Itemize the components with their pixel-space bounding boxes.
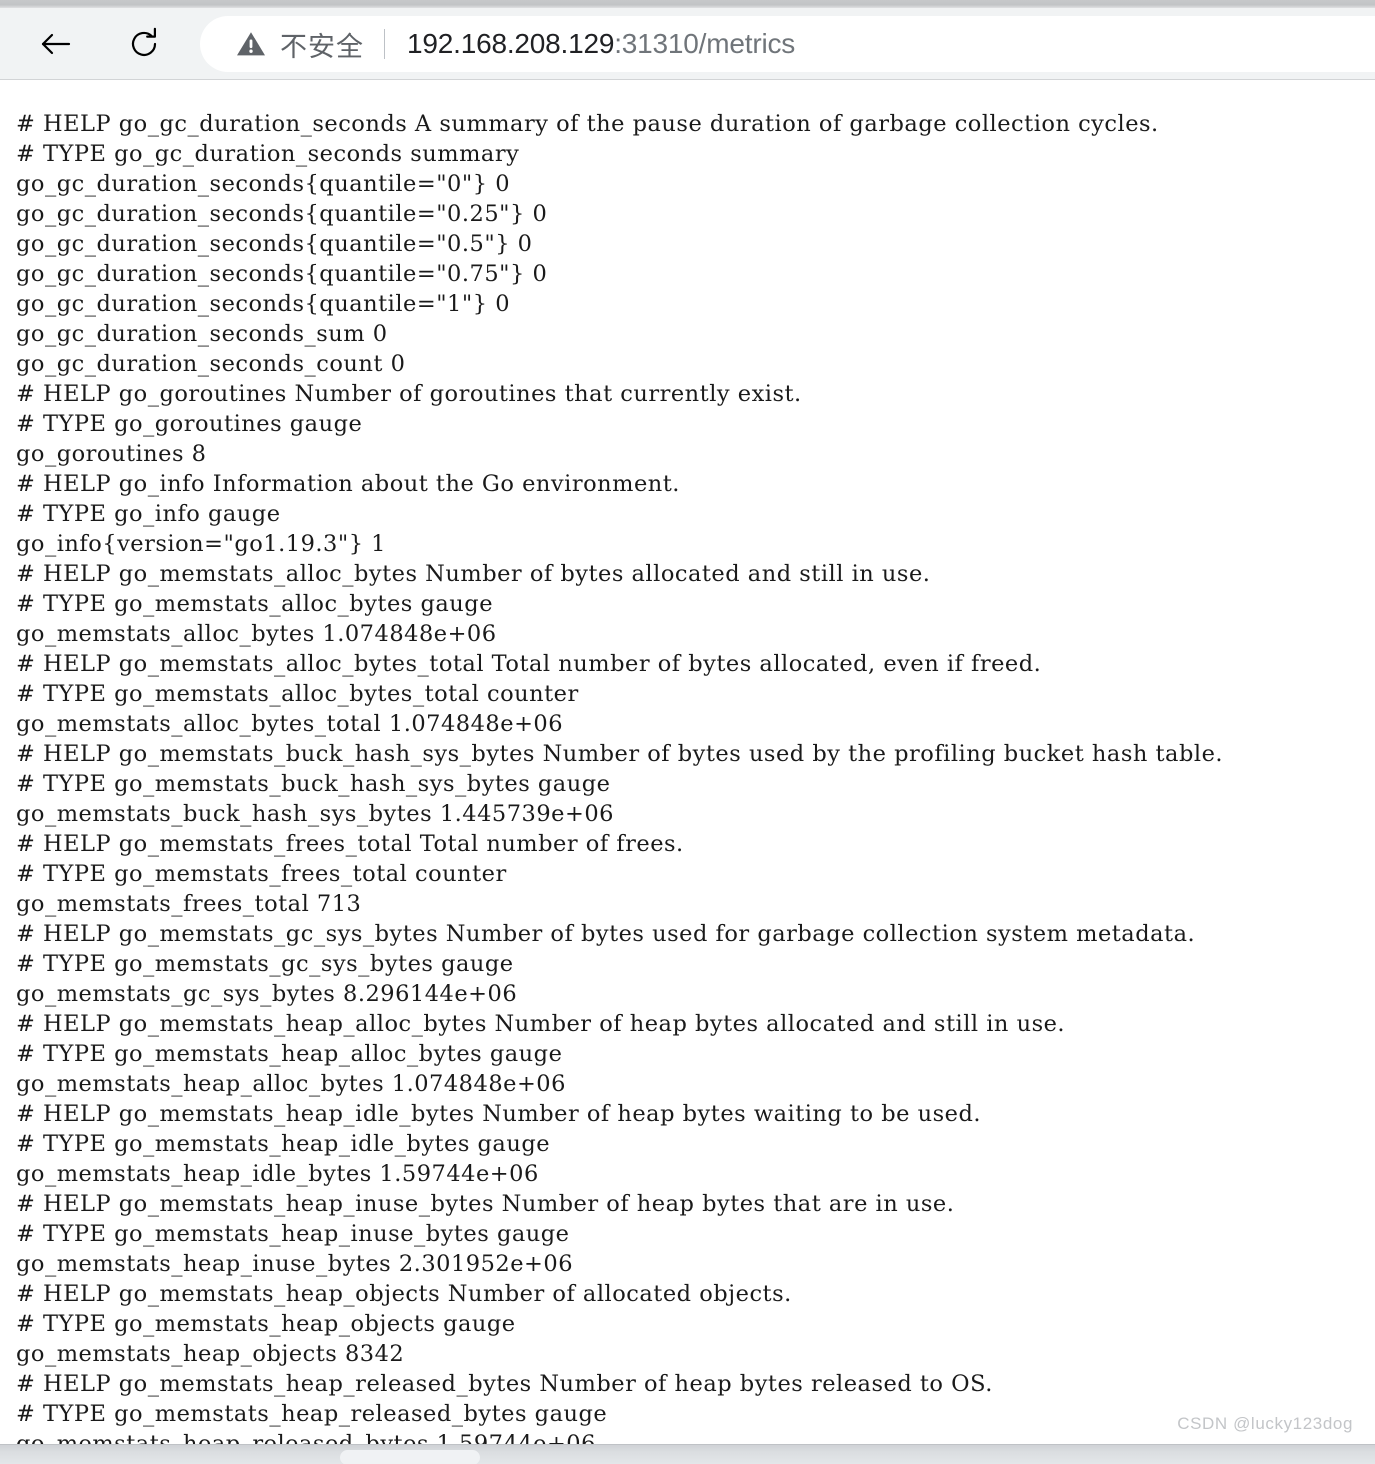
watermark: CSDN @lucky123dog: [1177, 1414, 1353, 1433]
address-bar-divider: [384, 29, 385, 59]
reload-icon: [124, 24, 164, 64]
security-status-label: 不安全: [280, 31, 364, 62]
url-host: 192.168.208.129: [407, 28, 615, 59]
browser-window: 不安全 192.168.208.129:31310/metrics # HELP…: [0, 0, 1375, 1464]
back-button[interactable]: [28, 16, 84, 72]
warning-triangle-icon[interactable]: [236, 30, 266, 58]
browser-toolbar: 不安全 192.168.208.129:31310/metrics: [0, 8, 1375, 80]
page-content: # HELP go_gc_duration_seconds A summary …: [0, 81, 1375, 1444]
url-port-path: :31310/metrics: [614, 28, 796, 59]
horizontal-scrollbar-thumb[interactable]: [340, 1450, 480, 1464]
address-bar[interactable]: 不安全 192.168.208.129:31310/metrics: [200, 16, 1375, 72]
horizontal-scrollbar[interactable]: [0, 1444, 1375, 1464]
back-arrow-icon: [36, 24, 76, 64]
reload-button[interactable]: [116, 16, 172, 72]
address-bar-url[interactable]: 192.168.208.129:31310/metrics: [407, 28, 795, 60]
prometheus-metrics-text: # HELP go_gc_duration_seconds A summary …: [16, 111, 1224, 1444]
window-top-edge: [0, 0, 1375, 8]
